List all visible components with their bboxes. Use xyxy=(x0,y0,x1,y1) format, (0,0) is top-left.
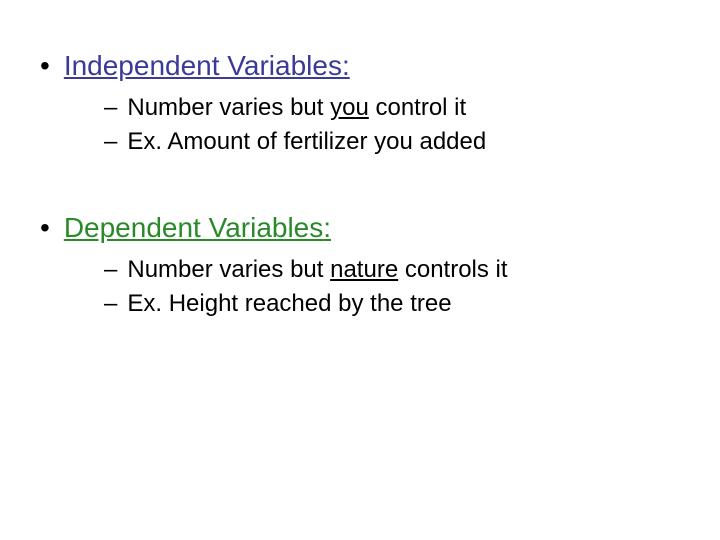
sub-item-text: Ex. Height reached by the tree xyxy=(127,288,451,320)
text-fragment: Number varies but xyxy=(127,94,330,121)
bullet-dot: • xyxy=(40,210,50,246)
text-fragment: Number varies but xyxy=(127,256,330,283)
text-underlined: you xyxy=(330,94,369,121)
sub-item: – Number varies but nature controls it xyxy=(104,254,680,286)
heading-independent: Independent Variables: xyxy=(64,48,350,84)
heading-text: Dependent Variables xyxy=(64,212,323,243)
heading-dependent: Dependent Variables: xyxy=(64,210,331,246)
heading-colon: : xyxy=(323,212,331,243)
bullet-dot: • xyxy=(40,48,50,84)
text-fragment: control it xyxy=(369,94,466,121)
sub-item: – Number varies but you control it xyxy=(104,92,680,124)
dash-icon: – xyxy=(104,92,117,124)
dash-icon: – xyxy=(104,254,117,286)
sublist-dependent: – Number varies but nature controls it –… xyxy=(104,254,680,320)
dash-icon: – xyxy=(104,288,117,320)
dash-icon: – xyxy=(104,126,117,158)
bullet-independent: • Independent Variables: xyxy=(40,48,680,84)
sub-item: – Ex. Height reached by the tree xyxy=(104,288,680,320)
bullet-dependent: • Dependent Variables: xyxy=(40,210,680,246)
heading-colon: : xyxy=(342,50,350,81)
sub-item-text: Number varies but you control it xyxy=(127,92,466,124)
text-underlined: nature xyxy=(330,256,398,283)
heading-text: Independent Variables xyxy=(64,50,342,81)
sub-item: – Ex. Amount of fertilizer you added xyxy=(104,126,680,158)
sub-item-text: Ex. Amount of fertilizer you added xyxy=(127,126,486,158)
slide: • Independent Variables: – Number varies… xyxy=(0,0,720,540)
text-fragment: controls it xyxy=(398,256,507,283)
sublist-independent: – Number varies but you control it – Ex.… xyxy=(104,92,680,158)
sub-item-text: Number varies but nature controls it xyxy=(127,254,507,286)
